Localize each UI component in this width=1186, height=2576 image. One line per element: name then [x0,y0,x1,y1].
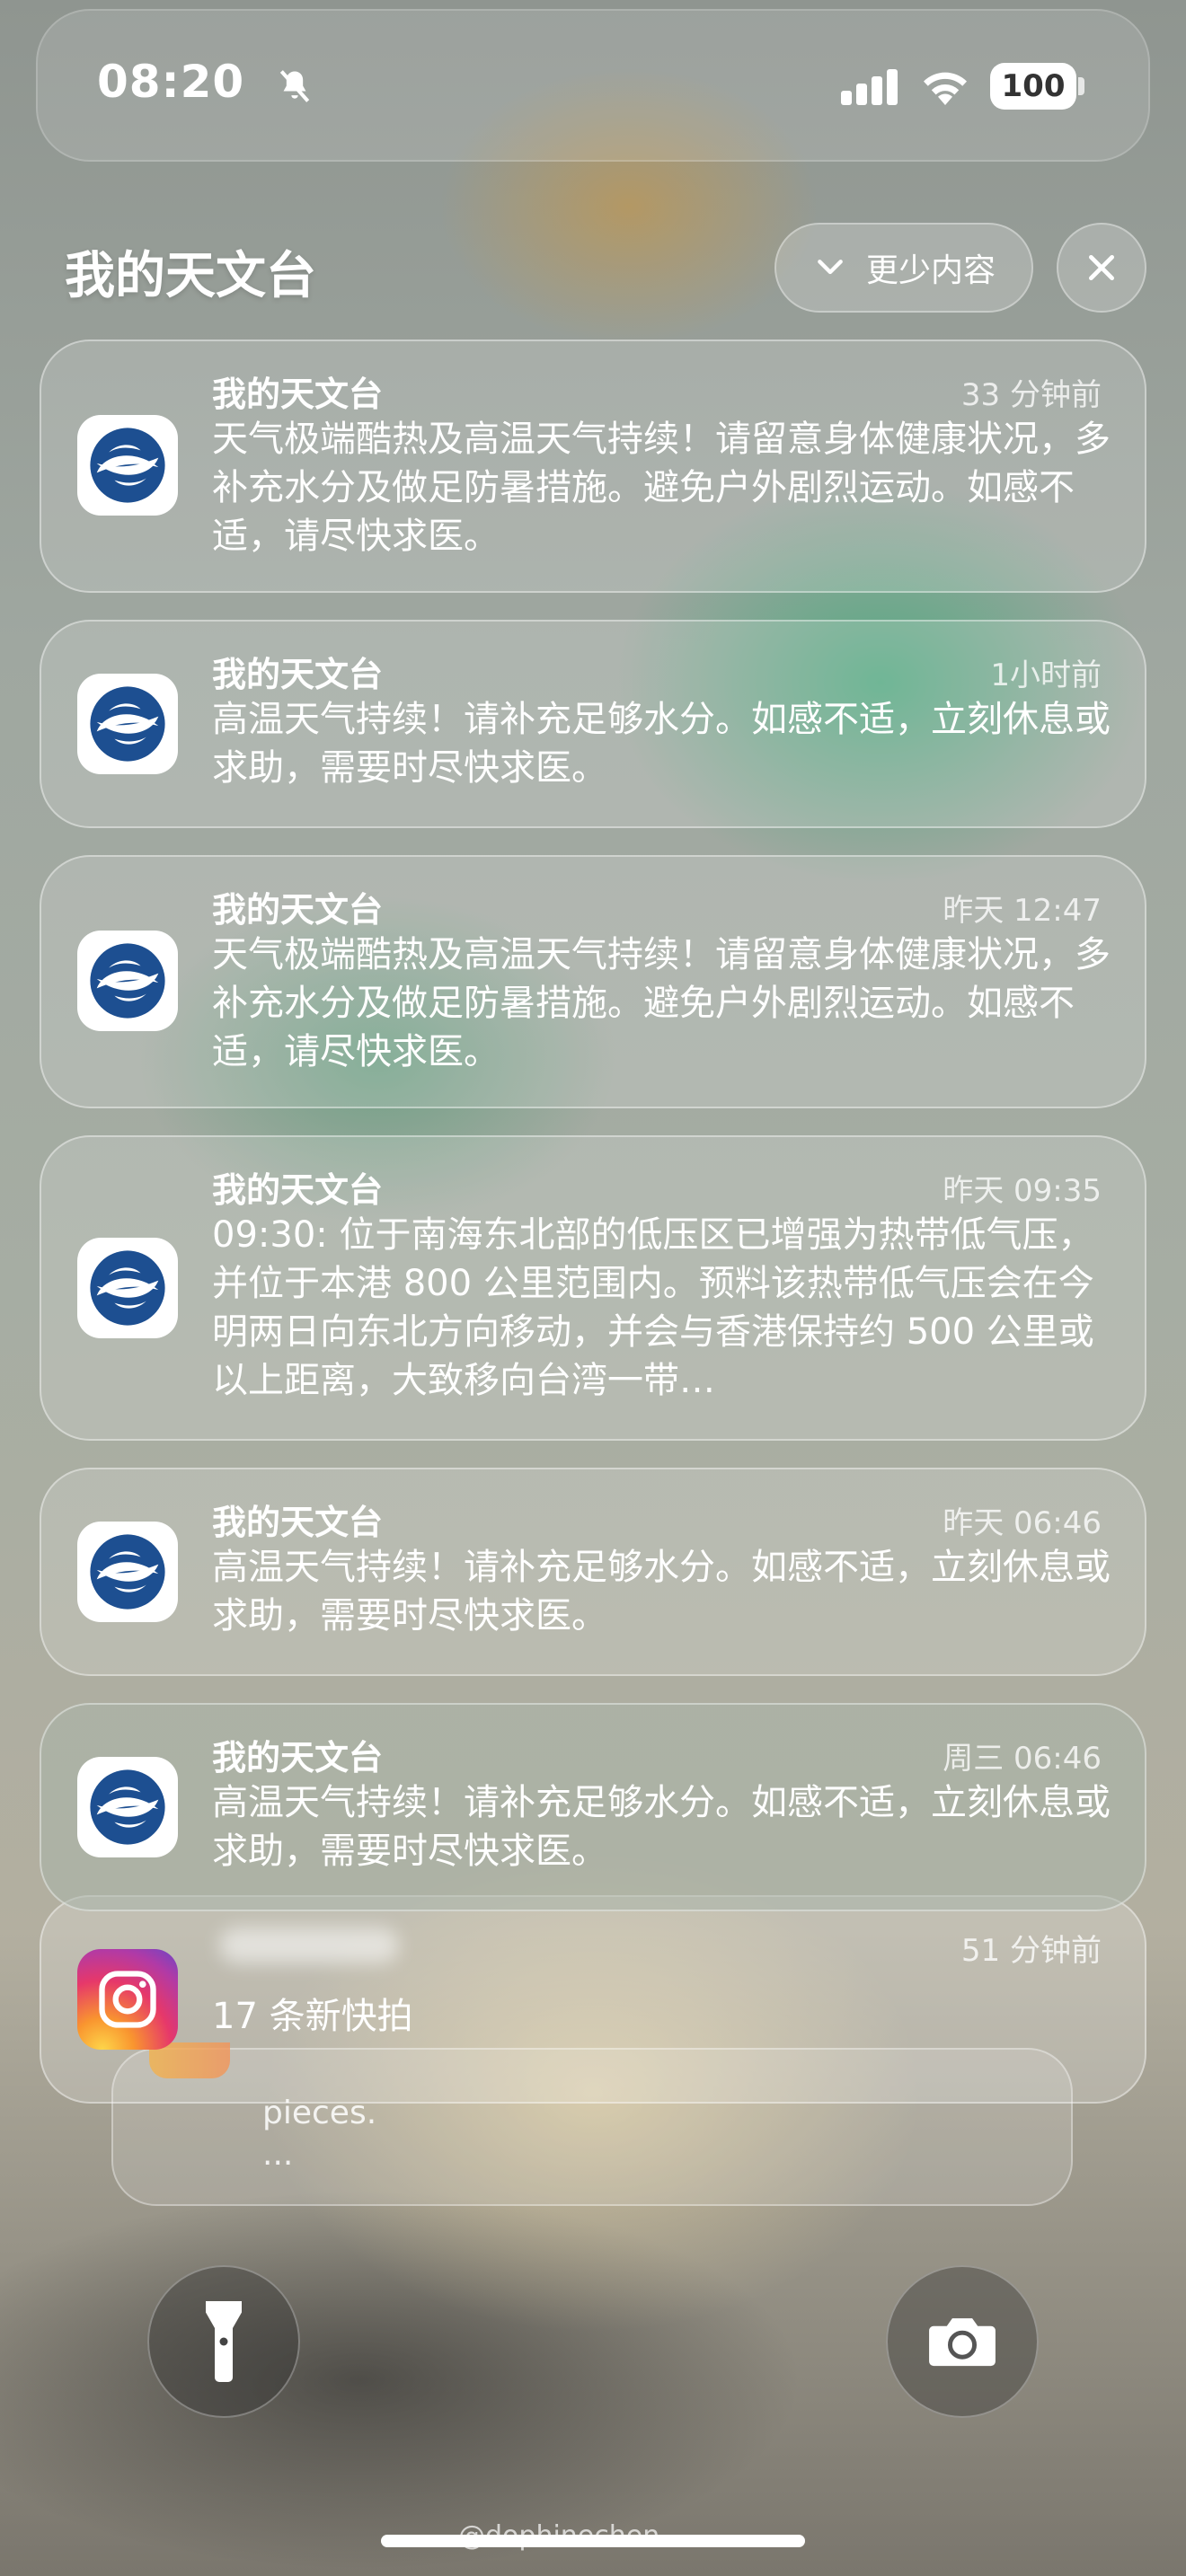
redacted-title [219,1928,399,1963]
camera-button[interactable] [886,2265,1039,2418]
observatory-logo-icon [90,686,165,762]
notification-body: 09:30: 位于南海东北部的低压区已增强为热带低气压，并位于本港 800 公里… [212,1214,1094,1401]
bell-slash-icon [279,70,310,102]
notification-body: 高温天气持续！请补充足够水分。如感不适，立刻休息或求助，需要时尽快求医。 [212,699,1111,789]
observatory-app-icon [77,674,178,774]
notification-body: 高温天气持续！请补充足够水分。如感不适，立刻休息或求助，需要时尽快求医。 [212,1782,1111,1872]
notification-app-name: 我的天文台 [212,1503,384,1542]
stacked-preview-text: pieces. ... [262,2093,376,2175]
battery-nub [1078,77,1084,95]
notification-body: 高温天气持续！请补充足够水分。如感不适，立刻休息或求助，需要时尽快求医。 [212,1547,1111,1636]
show-less-label: 更少内容 [865,252,996,289]
notification-app-name: 我的天文台 [212,890,384,930]
observatory-app-icon [77,1757,178,1857]
stacked-preview-line: ... [262,2136,294,2173]
observatory-logo-icon [90,943,165,1019]
notification-time: 昨天 06:46 [943,1505,1102,1541]
observatory-app-icon [77,415,178,516]
wifi-icon [924,72,967,105]
cellular-signal-icon [841,69,898,105]
instagram-notification[interactable]: 51 分钟前 17 条新快拍 [40,1895,1146,2104]
camera-icon [929,2318,996,2367]
observatory-logo-icon [90,1250,165,1326]
notification-card[interactable]: 我的天文台 1小时前 高温天气持续！请补充足够水分。如感不适，立刻休息或求助，需… [40,620,1146,828]
instagram-app-icon [77,1949,178,2050]
notification-card[interactable]: 我的天文台 昨天 09:35 09:30: 位于南海东北部的低压区已增强为热带低… [40,1135,1146,1441]
notification-app-name: 我的天文台 [212,655,384,694]
flashlight-button[interactable] [147,2265,300,2418]
close-button[interactable] [1057,223,1146,313]
notification-app-name: 我的天文台 [212,375,384,414]
observatory-app-icon [77,931,178,1031]
flashlight-icon [206,2301,242,2382]
observatory-app-icon [77,1238,178,1338]
instagram-logo-icon [99,1971,156,2028]
chevron-down-icon [818,260,843,275]
notification-card[interactable]: 我的天文台 周三 06:46 高温天气持续！请补充足够水分。如感不适，立刻休息或… [40,1703,1146,1911]
observatory-logo-icon [90,1534,165,1610]
notification-time: 周三 06:46 [943,1741,1102,1777]
notification-time: 昨天 12:47 [943,893,1102,929]
group-title: 我的天文台 [65,247,316,305]
home-indicator[interactable] [381,2535,805,2547]
notification-card[interactable]: 我的天文台 33 分钟前 天气极端酷热及高温天气持续！请留意身体健康状况，多补充… [40,340,1146,593]
notification-card[interactable]: 我的天文台 昨天 06:46 高温天气持续！请补充足够水分。如感不适，立刻休息或… [40,1468,1146,1676]
close-icon [1089,255,1114,280]
notification-time: 1小时前 [990,657,1102,693]
notification-body: 天气极端酷热及高温天气持续！请留意身体健康状况，多补充水分及做足防暑措施。避免户… [212,419,1111,557]
battery-icon: 100 [990,63,1076,110]
observatory-logo-icon [90,428,165,503]
observatory-app-icon [77,1522,178,1622]
notification-time: 33 分钟前 [960,377,1102,413]
notification-app-name: 我的天文台 [212,1738,384,1778]
notification-body: 天气极端酷热及高温天气持续！请留意身体健康状况，多补充水分及做足防暑措施。避免户… [212,934,1111,1072]
notification-card[interactable]: 我的天文台 昨天 12:47 天气极端酷热及高温天气持续！请留意身体健康状况，多… [40,855,1146,1108]
notification-body: 17 条新快拍 [212,1996,413,2037]
status-time: 08:20 [97,56,245,108]
show-less-button[interactable]: 更少内容 [774,223,1033,313]
observatory-logo-icon [90,1769,165,1845]
notification-app-name: 我的天文台 [212,1170,384,1210]
notification-time: 昨天 09:35 [943,1173,1102,1209]
notification-time: 51 分钟前 [960,1933,1102,1969]
